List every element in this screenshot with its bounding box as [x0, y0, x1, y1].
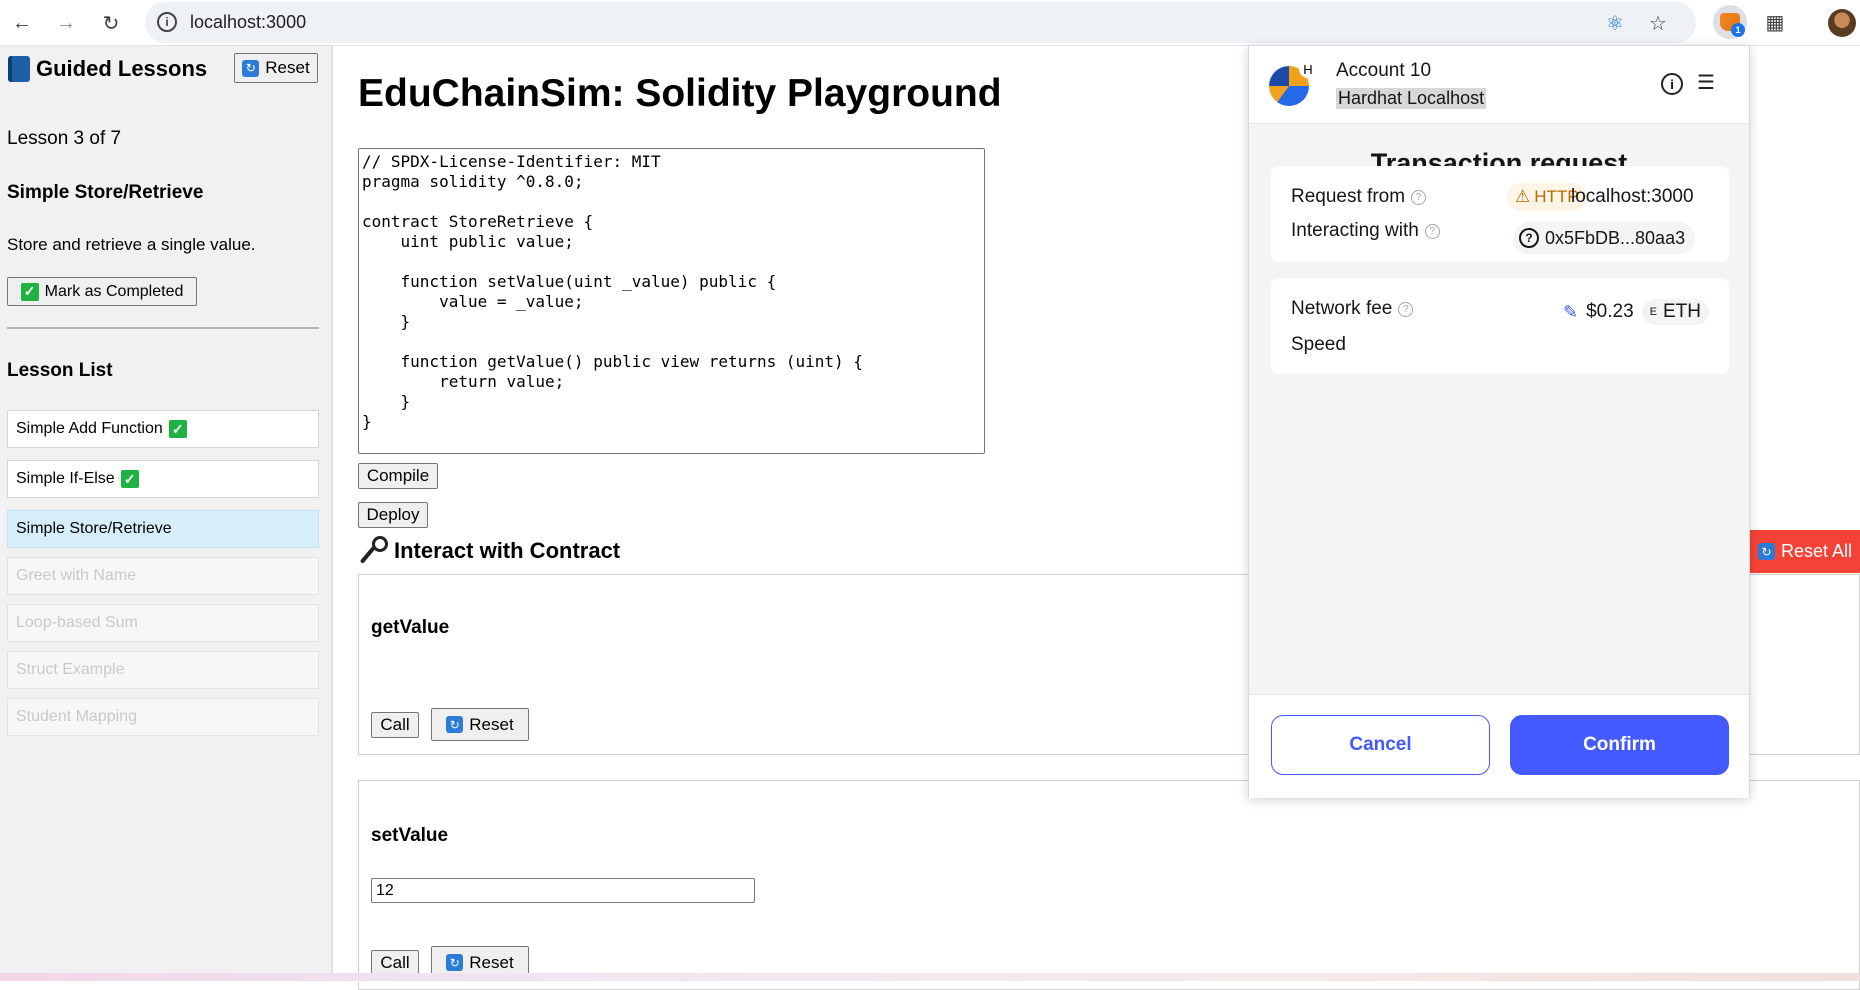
lesson-item-student-mapping: Student Mapping — [7, 698, 319, 736]
fee-currency: ETH — [1663, 301, 1701, 322]
browser-toolbar: ← → ↻ i localhost:3000 ⚛ ☆ 1 ▦ — [0, 0, 1860, 46]
function-name: setValue — [371, 825, 449, 846]
react-devtools-icon[interactable]: ⚛ — [1602, 10, 1628, 36]
reset-label: Reset — [469, 952, 514, 972]
lesson-item-simple-store-retrieve[interactable]: Simple Store/Retrieve — [7, 510, 319, 548]
address-bar[interactable]: i localhost:3000 ⚛ ☆ — [145, 2, 1696, 43]
question-icon[interactable]: ? — [1398, 301, 1414, 317]
extensions-icon[interactable]: ▦ — [1758, 5, 1792, 39]
checkmark-icon: ✓ — [168, 420, 187, 438]
extension-badge: 1 — [1731, 23, 1745, 37]
checkmark-icon: ✓ — [120, 470, 139, 488]
account-name[interactable]: Account 10 — [1336, 60, 1431, 82]
edit-pencil-icon[interactable]: ✎ — [1563, 302, 1578, 323]
deploy-button[interactable]: Deploy — [358, 502, 428, 528]
sidebar-divider — [7, 327, 319, 329]
lesson-label: Student Mapping — [16, 708, 137, 725]
request-from-label: Request from ? — [1291, 186, 1427, 208]
refresh-icon: ↻ — [242, 59, 260, 77]
mark-completed-button[interactable]: ✓ Mark as Completed — [7, 277, 197, 306]
settings-sliders-icon[interactable]: ☰ — [1694, 70, 1718, 94]
interact-section-title: Interact with Contract — [358, 536, 621, 564]
checkmark-icon: ✓ — [20, 282, 39, 301]
sidebar-title: Guided Lessons — [8, 56, 207, 82]
request-details-card: Request from ? ⚠ HTTP localhost:3000 Int… — [1271, 166, 1729, 262]
lesson-label: Greet with Name — [16, 567, 137, 584]
address-url[interactable]: localhost:3000 — [190, 12, 306, 33]
request-from-text: Request from — [1291, 186, 1406, 207]
metamask-footer: Cancel Confirm — [1249, 694, 1749, 798]
reset-label: Reset — [265, 58, 310, 77]
speed-label: Speed — [1291, 334, 1346, 355]
page-title: EduChainSim: Solidity Playground — [358, 72, 1002, 115]
confirm-button[interactable]: Confirm — [1510, 715, 1729, 775]
metamask-icon[interactable]: 1 — [1713, 5, 1747, 39]
network-fee-value: ✎ $0.23 E ETH — [1563, 299, 1709, 325]
refresh-icon: ↻ — [446, 716, 464, 733]
interacting-with-text: Interacting with — [1291, 220, 1419, 241]
setvalue-input[interactable] — [371, 878, 755, 903]
lesson-label: Struct Example — [16, 661, 125, 678]
taskbar-strip — [0, 973, 1860, 981]
network-fee-text: Network fee — [1291, 298, 1393, 319]
lesson-list-title: Lesson List — [7, 360, 113, 381]
lesson-item-loop-based-sum: Loop-based Sum — [7, 604, 319, 642]
fee-currency-pill: E ETH — [1641, 299, 1709, 325]
bookmark-star-icon[interactable]: ☆ — [1645, 10, 1671, 36]
reset-all-button[interactable]: ↻ Reset All — [1750, 530, 1860, 573]
book-icon — [8, 56, 30, 82]
code-editor[interactable]: // SPDX-License-Identifier: MIT pragma s… — [358, 148, 985, 454]
sidebar-title-text: Guided Lessons — [36, 56, 208, 81]
profile-avatar[interactable] — [1828, 9, 1856, 37]
wrench-icon — [358, 536, 388, 564]
forward-icon[interactable]: → — [52, 9, 80, 37]
question-icon[interactable]: ? — [1424, 223, 1440, 239]
lesson-item-greet-with-name: Greet with Name — [7, 557, 319, 595]
network-fee-label: Network fee ? — [1291, 298, 1414, 320]
refresh-icon: ↻ — [1758, 543, 1775, 560]
reset-all-label: Reset All — [1781, 541, 1853, 561]
current-lesson-description: Store and retrieve a single value. — [7, 235, 256, 254]
function-name: getValue — [371, 617, 450, 638]
info-icon[interactable]: i — [1661, 73, 1683, 95]
lesson-label: Simple Store/Retrieve — [16, 520, 172, 537]
interact-title-text: Interact with Contract — [394, 538, 621, 563]
fee-card: Network fee ? ✎ $0.23 E ETH Speed — [1271, 278, 1729, 374]
back-icon[interactable]: ← — [8, 9, 36, 37]
reset-label: Reset — [469, 714, 514, 734]
warning-icon: ⚠ — [1515, 187, 1531, 206]
request-host: localhost:3000 — [1571, 186, 1694, 207]
function-card-setvalue: setValue Call ↻ Reset — [358, 780, 1860, 990]
lesson-item-struct-example: Struct Example — [7, 651, 319, 689]
contract-address-pill[interactable]: ? 0x5FbDB...80aa3 — [1513, 222, 1696, 254]
current-lesson-title: Simple Store/Retrieve — [7, 182, 204, 203]
unknown-contract-icon: ? — [1519, 228, 1539, 248]
mark-completed-label: Mark as Completed — [44, 282, 184, 300]
call-button[interactable]: Call — [371, 712, 419, 738]
network-badge: H — [1299, 60, 1317, 78]
metamask-header: H Account 10 Hardhat Localhost i ☰ — [1249, 46, 1749, 124]
lesson-label: Simple Add Function — [16, 420, 163, 437]
lesson-item-simple-if-else[interactable]: Simple If-Else ✓ — [7, 460, 319, 498]
network-name[interactable]: Hardhat Localhost — [1336, 88, 1487, 109]
lessons-sidebar: Guided Lessons ↻ Reset Lesson 3 of 7 Sim… — [0, 46, 333, 981]
lesson-label: Loop-based Sum — [16, 614, 138, 631]
question-icon[interactable]: ? — [1411, 189, 1427, 205]
fee-amount: $0.23 — [1586, 301, 1634, 322]
lesson-item-simple-add[interactable]: Simple Add Function ✓ — [7, 410, 319, 448]
contract-address: 0x5FbDB...80aa3 — [1545, 227, 1686, 248]
lesson-progress: Lesson 3 of 7 — [7, 128, 122, 149]
site-info-icon[interactable]: i — [157, 12, 177, 32]
compile-button[interactable]: Compile — [358, 463, 438, 489]
interacting-with-label: Interacting with ? — [1291, 220, 1440, 242]
function-reset-button[interactable]: ↻ Reset — [431, 708, 529, 741]
sidebar-reset-button[interactable]: ↻ Reset — [234, 53, 318, 83]
lesson-label: Simple If-Else — [16, 470, 115, 487]
metamask-popup: H Account 10 Hardhat Localhost i ☰ Trans… — [1248, 45, 1750, 798]
reload-icon[interactable]: ↻ — [97, 9, 125, 37]
cancel-button[interactable]: Cancel — [1271, 715, 1490, 775]
refresh-icon: ↻ — [446, 954, 464, 971]
currency-letter: E — [1649, 306, 1657, 318]
